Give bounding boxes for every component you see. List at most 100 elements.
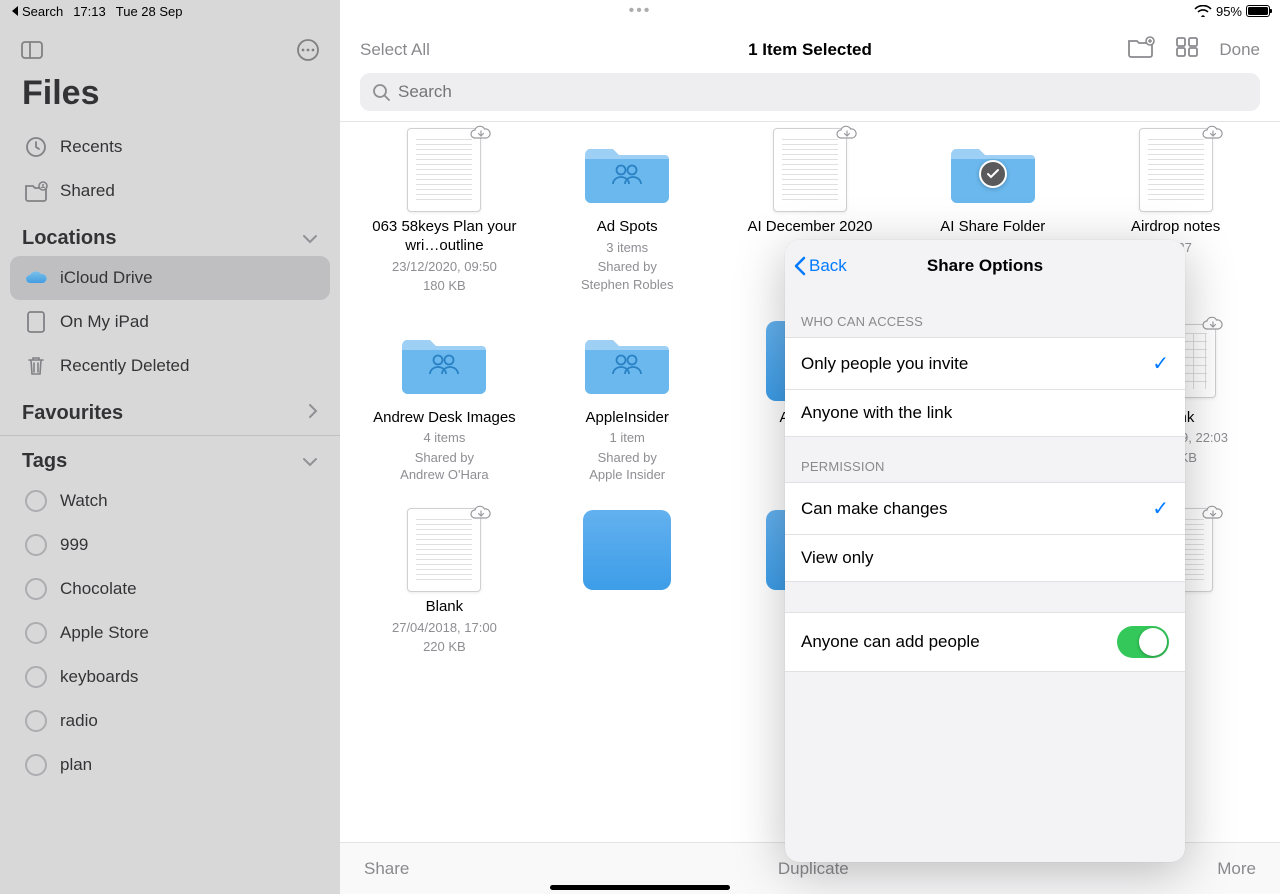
sidebar-item-label: iCloud Drive	[60, 268, 153, 288]
share-button[interactable]: Share	[364, 859, 409, 879]
sidebar-header-locations[interactable]: Locations	[0, 213, 340, 256]
file-meta: 27/04/2018, 17:00	[392, 619, 497, 637]
sidebar-item-icloud-drive[interactable]: iCloud Drive	[10, 256, 330, 300]
sidebar-item-label: Recently Deleted	[60, 356, 189, 376]
page-title: 1 Item Selected	[748, 40, 872, 60]
home-indicator[interactable]	[550, 885, 730, 890]
status-time: 17:13	[73, 4, 106, 19]
sidebar-item-label: Apple Store	[60, 623, 149, 643]
status-right: 95%	[1194, 4, 1270, 19]
sidebar-item-recents[interactable]: Recents	[10, 125, 330, 169]
file-meta: Shared byStephen Robles	[581, 258, 674, 293]
file-item[interactable]: Ad Spots 3 itemsShared byStephen Robles	[541, 124, 714, 295]
tag-circle-icon	[24, 665, 48, 689]
file-item[interactable]: Blank 27/04/2018, 17:00220 KB	[358, 504, 531, 656]
tag-circle-icon	[24, 577, 48, 601]
file-name: Ad Spots	[597, 218, 658, 237]
tag-circle-icon	[24, 621, 48, 645]
sidebar-item-label: plan	[60, 755, 92, 775]
back-to-app[interactable]: Search	[10, 4, 63, 19]
view-grid-button[interactable]	[1175, 36, 1199, 63]
select-all-button[interactable]: Select All	[360, 40, 430, 60]
sidebar-tag-item[interactable]: keyboards	[10, 655, 330, 699]
file-meta: Shared byApple Insider	[589, 449, 665, 484]
sidebar-toggle-icon[interactable]	[20, 38, 44, 62]
toggle-switch[interactable]	[1117, 626, 1169, 658]
file-item[interactable]: Andrew Desk Images4 itemsShared byAndrew…	[358, 315, 531, 484]
file-name: Airdrop notes	[1131, 218, 1220, 237]
popover-section-who: WHO CAN ACCESS	[785, 292, 1185, 337]
checkmark-icon: ✓	[1152, 496, 1169, 521]
sidebar-item-label: Shared	[60, 181, 115, 201]
sidebar: Files Recents Shared Locations iCloud Dr…	[0, 0, 340, 894]
sidebar-tag-item[interactable]: 999	[10, 523, 330, 567]
clock-icon	[24, 135, 48, 159]
file-meta: 220 KB	[423, 638, 466, 656]
sidebar-header-tags[interactable]: Tags	[0, 435, 340, 479]
file-name: 063 58keys Plan your wri…outline	[359, 218, 529, 256]
battery-icon	[1246, 5, 1270, 17]
chevron-down-icon	[302, 450, 318, 473]
file-name: AI December 2020	[747, 218, 872, 237]
sidebar-tag-item[interactable]: Watch	[10, 479, 330, 523]
sidebar-item-label: Recents	[60, 137, 122, 157]
back-button[interactable]: Back	[793, 256, 847, 276]
ipad-icon	[24, 310, 48, 334]
sidebar-item-shared[interactable]: Shared	[10, 169, 330, 213]
option-anyone-add[interactable]: Anyone can add people	[785, 613, 1185, 671]
sidebar-tag-item[interactable]: plan	[10, 743, 330, 787]
search-icon	[372, 83, 390, 101]
icloud-icon	[24, 266, 48, 290]
sidebar-item-on-my-ipad[interactable]: On My iPad	[10, 300, 330, 344]
popover-header: Back Share Options	[785, 240, 1185, 292]
battery-percent: 95%	[1216, 4, 1242, 19]
sidebar-tag-item[interactable]: Apple Store	[10, 611, 330, 655]
sidebar-title: Files	[0, 70, 340, 125]
popover-section-permission: PERMISSION	[785, 437, 1185, 482]
multitask-dots[interactable]: •••	[629, 2, 652, 20]
checkmark-icon: ✓	[1152, 351, 1169, 376]
back-caret-icon	[10, 5, 20, 17]
option-view-only[interactable]: View only	[785, 534, 1185, 581]
sidebar-tag-item[interactable]: Chocolate	[10, 567, 330, 611]
file-meta: 1 item	[609, 429, 644, 447]
done-button[interactable]: Done	[1219, 40, 1260, 60]
file-meta: 180 KB	[423, 277, 466, 295]
more-button[interactable]: More	[1217, 859, 1256, 879]
new-folder-button[interactable]	[1127, 36, 1155, 63]
file-name: Andrew Desk Images	[373, 409, 516, 428]
file-name: AI Share Folder	[940, 218, 1045, 237]
sidebar-tag-item[interactable]: radio	[10, 699, 330, 743]
sidebar-item-label: Watch	[60, 491, 108, 511]
sidebar-item-label: 999	[60, 535, 88, 555]
option-anyone-link[interactable]: Anyone with the link	[785, 389, 1185, 436]
status-date: Tue 28 Sep	[116, 4, 183, 19]
file-item[interactable]: AppleInsider1 item Shared byApple Insider	[541, 315, 714, 484]
sidebar-item-label: Chocolate	[60, 579, 137, 599]
chevron-right-icon	[308, 402, 318, 425]
file-meta: 23/12/2020, 09:50	[392, 258, 497, 276]
file-item[interactable]: 063 58keys Plan your wri…outline 23/12/20…	[358, 124, 531, 295]
shared-folder-icon	[24, 179, 48, 203]
file-name: Blank	[426, 598, 464, 617]
wifi-icon	[1194, 5, 1212, 17]
tag-circle-icon	[24, 753, 48, 777]
trash-icon	[24, 354, 48, 378]
sidebar-item-recently-deleted[interactable]: Recently Deleted	[10, 344, 330, 388]
sidebar-more-icon[interactable]	[296, 38, 320, 62]
sidebar-item-label: On My iPad	[60, 312, 149, 332]
toolbar: Select All 1 Item Selected Done	[340, 24, 1280, 73]
option-only-invite[interactable]: Only people you invite ✓	[785, 338, 1185, 389]
option-can-change[interactable]: Can make changes ✓	[785, 483, 1185, 534]
file-name: AppleInsider	[586, 409, 669, 428]
file-item[interactable]	[541, 504, 714, 656]
tag-circle-icon	[24, 709, 48, 733]
tag-circle-icon	[24, 489, 48, 513]
sidebar-header-favourites[interactable]: Favourites	[0, 388, 340, 431]
search-input[interactable]	[398, 82, 1248, 102]
sidebar-item-label: keyboards	[60, 667, 138, 687]
sidebar-item-label: radio	[60, 711, 98, 731]
chevron-down-icon	[302, 227, 318, 250]
search-bar[interactable]	[360, 73, 1260, 111]
file-meta: 3 items	[606, 239, 648, 257]
